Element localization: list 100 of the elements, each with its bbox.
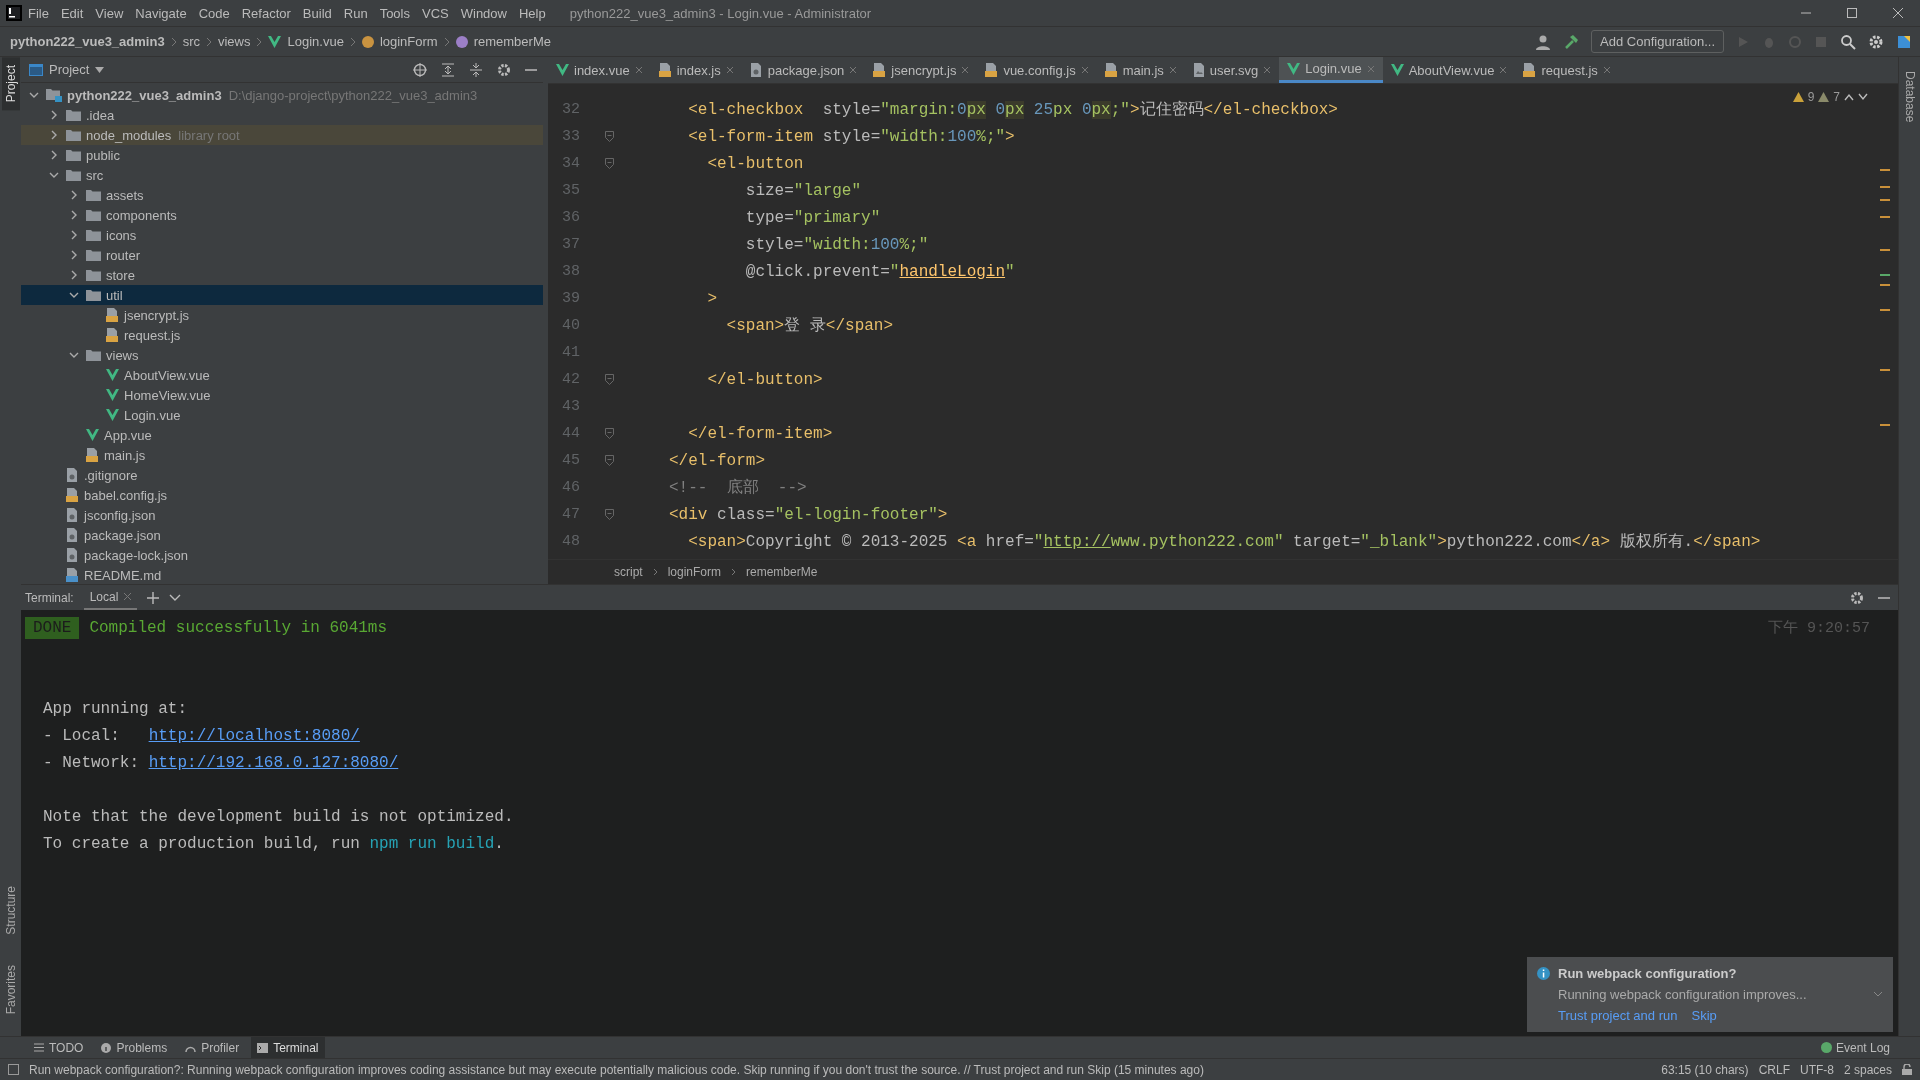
menu-item[interactable]: View [89, 5, 130, 21]
breadcrumb-item[interactable]: views [217, 34, 251, 49]
notification-action-link[interactable]: Skip [1691, 1008, 1717, 1023]
add-configuration-button[interactable]: Add Configuration... [1591, 30, 1724, 53]
editor-tab[interactable]: index.vue [548, 57, 651, 83]
editor-tab[interactable]: jsencrypt.js [865, 57, 978, 83]
chevron-down-icon[interactable] [1858, 93, 1868, 101]
close-icon[interactable] [1080, 66, 1089, 74]
notification-action-link[interactable]: Trust project and run [1558, 1008, 1678, 1023]
breadcrumb-item[interactable]: src [182, 34, 200, 49]
tool-window-tab[interactable]: Terminal [251, 1037, 325, 1058]
close-icon[interactable] [1602, 66, 1611, 74]
tree-item-label[interactable]: assets [106, 187, 144, 203]
line-separator[interactable]: CRLF [1758, 1062, 1790, 1077]
tree-item-label[interactable]: README.md [84, 567, 162, 583]
lock-icon[interactable] [1902, 1064, 1912, 1075]
close-icon[interactable] [634, 66, 643, 74]
settings-icon[interactable] [1850, 590, 1864, 605]
menu-item[interactable]: Refactor [235, 5, 297, 21]
warning-count[interactable]: 9 [1807, 90, 1815, 104]
url-link[interactable]: http://localhost:8080/ [148, 726, 360, 745]
tree-item-label[interactable]: store [106, 267, 135, 283]
weak-warning-count[interactable]: 7 [1833, 90, 1840, 104]
breadcrumb-item[interactable]: python222_vue3_admin3 [10, 34, 165, 49]
chevron-down-icon[interactable] [169, 593, 182, 602]
hammer-icon[interactable] [1563, 33, 1580, 50]
tree-item-label[interactable]: Login.vue [124, 407, 181, 423]
editor-tab[interactable]: vue.config.js [977, 57, 1097, 83]
editor-tab[interactable]: main.js [1096, 57, 1185, 83]
settings-icon[interactable] [497, 62, 511, 77]
tree-item-label[interactable]: HomeView.vue [124, 387, 211, 403]
tree-item-label[interactable]: jsconfig.json [84, 507, 156, 523]
user-icon[interactable] [1535, 33, 1552, 50]
menu-item[interactable]: Navigate [129, 5, 193, 21]
close-icon[interactable] [1168, 66, 1177, 74]
dropdown-caret-icon[interactable] [95, 66, 105, 73]
breadcrumb-item[interactable]: Login.vue [287, 34, 344, 49]
add-icon[interactable] [147, 591, 160, 604]
tree-item-label[interactable]: jsencrypt.js [124, 307, 190, 323]
tree-item-label[interactable]: babel.config.js [84, 487, 168, 503]
tree-item-label[interactable]: package.json [84, 527, 161, 543]
editor-tab[interactable]: Login.vue [1279, 57, 1383, 83]
tree-item-label[interactable]: AboutView.vue [124, 367, 210, 383]
close-icon[interactable] [1892, 7, 1904, 19]
tool-window-tab[interactable]: Profiler [179, 1037, 246, 1058]
chevron-down-icon[interactable] [49, 170, 59, 180]
structure-tool-tab[interactable]: Structure [1, 877, 20, 943]
tree-item-label[interactable]: App.vue [104, 427, 152, 443]
tree-item-label[interactable]: icons [106, 227, 137, 243]
editor-tab[interactable]: package.json [741, 57, 866, 83]
tree-item-label[interactable]: router [106, 247, 140, 263]
url-link[interactable]: http://192.168.0.127:8080/ [148, 753, 399, 772]
database-tool-tab[interactable]: Database [1900, 63, 1919, 131]
tree-item-label[interactable]: node_modules [86, 127, 172, 143]
project-view-selector[interactable]: Project [49, 62, 90, 77]
tree-item-label[interactable]: python222_vue3_admin3 [67, 87, 222, 103]
panel-toggle-icon[interactable] [8, 1064, 19, 1075]
tree-item-label[interactable]: request.js [124, 327, 181, 343]
tree-item-label[interactable]: src [86, 167, 104, 183]
tool-window-tab[interactable]: Problems [95, 1037, 174, 1058]
menu-item[interactable]: Help [512, 5, 552, 21]
tree-item-label[interactable]: .idea [86, 107, 115, 123]
collapse-all-icon[interactable] [469, 62, 483, 77]
tree-item-label[interactable]: main.js [104, 447, 146, 463]
settings-icon[interactable] [1868, 33, 1884, 50]
menu-item[interactable]: Tools [373, 5, 416, 21]
fold-marker-icon[interactable] [605, 455, 614, 466]
breadcrumb-item[interactable]: rememberMe [746, 565, 818, 579]
caret-position[interactable]: 63:15 (10 chars) [1661, 1062, 1749, 1077]
editor-tab[interactable]: AboutView.vue [1382, 57, 1516, 83]
maximize-icon[interactable] [1846, 7, 1858, 19]
editor-tab[interactable]: request.js [1515, 57, 1619, 83]
chevron-down-icon[interactable] [69, 350, 79, 360]
tree-item-label[interactable]: util [106, 287, 123, 303]
locate-icon[interactable] [413, 62, 427, 77]
fold-marker-icon[interactable] [605, 158, 614, 169]
breadcrumb-item[interactable]: script [614, 565, 643, 579]
breadcrumb-item[interactable]: rememberMe [473, 34, 551, 49]
plugin-logo-icon[interactable] [1896, 33, 1912, 50]
menu-item[interactable]: Run [337, 5, 374, 21]
close-icon[interactable] [961, 66, 970, 74]
favorites-tool-tab[interactable]: Favorites [1, 956, 20, 1022]
close-icon[interactable] [1263, 66, 1272, 74]
tree-item-label[interactable]: components [106, 207, 177, 223]
indent-setting[interactable]: 2 spaces [1843, 1062, 1892, 1077]
project-tool-tab[interactable]: Project [1, 57, 20, 111]
fold-marker-icon[interactable] [605, 509, 614, 520]
close-icon[interactable] [849, 66, 858, 74]
fold-marker-icon[interactable] [605, 131, 614, 142]
expand-all-icon[interactable] [441, 62, 455, 77]
search-icon[interactable] [1840, 33, 1856, 50]
fold-marker-icon[interactable] [605, 428, 614, 439]
menu-item[interactable]: VCS [416, 5, 455, 21]
editor-tab[interactable]: index.js [650, 57, 742, 83]
menu-item[interactable]: Window [454, 5, 513, 21]
event-log-button[interactable]: Event Log [1820, 1040, 1920, 1055]
chevron-down-icon[interactable] [69, 290, 79, 300]
close-icon[interactable] [725, 66, 734, 74]
editor-tab[interactable]: user.svg [1184, 57, 1280, 83]
chevron-down-icon[interactable] [29, 90, 39, 100]
